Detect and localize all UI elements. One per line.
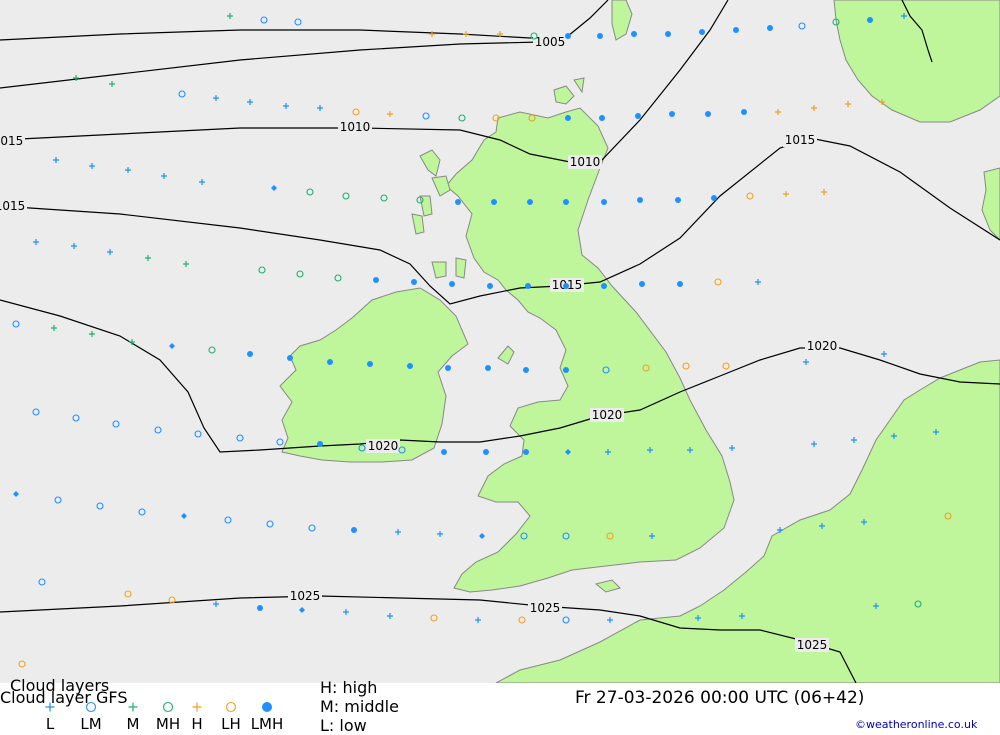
- isobar-label: 1010: [570, 155, 601, 169]
- dot-filled-blue-icon: [367, 361, 373, 367]
- dot-filled-blue-icon: [445, 365, 451, 371]
- cloud-layers-map: 1005101010101015101510151015102010201020…: [0, 0, 1000, 683]
- dot-filled-blue-icon: [317, 441, 323, 447]
- dot-filled-blue-icon: [601, 283, 607, 289]
- dot-filled-blue-icon: [373, 277, 379, 283]
- dot-filled-blue-icon: [287, 355, 293, 361]
- isobar-label: 1025: [797, 638, 828, 652]
- dot-filled-blue-icon: [565, 33, 571, 39]
- dot-filled-blue-icon: [455, 199, 461, 205]
- credit-link[interactable]: ©weatheronline.co.uk: [855, 718, 977, 731]
- legend-abbr-h: H: [191, 715, 202, 733]
- forecast-datetime: Fr 27-03-2026 00:00 UTC (06+42): [575, 688, 865, 708]
- circle-green-icon: [162, 701, 174, 713]
- dot-filled-blue-icon: [525, 283, 531, 289]
- legend-high: H: high: [320, 678, 378, 697]
- legend-abbr-m: M: [127, 715, 140, 733]
- dot-filled-blue-icon: [599, 115, 605, 121]
- plus-small-blue-icon: [45, 702, 55, 712]
- legend-abbr-lh: LH: [221, 715, 241, 733]
- dot-filled-blue-icon: [563, 283, 569, 289]
- dot-filled-blue-icon: [351, 527, 357, 533]
- dot-filled-blue-icon: [635, 113, 641, 119]
- legend-abbr-lmh: LMH: [251, 715, 284, 733]
- dot-filled-blue-icon: [563, 367, 569, 373]
- legend-abbr-mh: MH: [156, 715, 180, 733]
- dot-filled-blue-icon: [631, 31, 637, 37]
- dot-filled-blue-icon: [523, 367, 529, 373]
- isobar-label: 1005: [535, 35, 566, 49]
- dot-filled-blue-icon: [669, 111, 675, 117]
- dot-filled-blue-icon: [247, 351, 253, 357]
- dot-filled-blue-icon: [523, 449, 529, 455]
- dot-filled-blue-icon: [565, 115, 571, 121]
- dot-filled-blue-icon: [675, 197, 681, 203]
- isobar-label: 1025: [290, 589, 321, 603]
- dot-filled-blue-icon: [485, 365, 491, 371]
- legend-abbr-l: L: [46, 715, 55, 733]
- circle-small-blue-icon: [85, 701, 97, 713]
- dot-filled-blue-icon: [867, 17, 873, 23]
- dot-filled-blue-icon: [733, 27, 739, 33]
- dot-filled-blue-icon: [601, 199, 607, 205]
- dot-filled-blue-icon: [705, 111, 711, 117]
- dot-filled-blue-icon: [711, 195, 717, 201]
- dot-filled-blue-icon: [677, 281, 683, 287]
- plus-green-icon: [128, 702, 138, 712]
- isobar-label: 1015: [0, 134, 23, 148]
- dot-filled-blue-icon: [262, 702, 272, 712]
- dot-filled-blue-icon: [327, 359, 333, 365]
- isobar-label: 1015: [0, 199, 25, 213]
- dot-filled-blue-icon: [699, 29, 705, 35]
- isobar-label: 1010: [340, 120, 371, 134]
- dot-filled-blue-icon: [487, 283, 493, 289]
- dot-filled-blue-icon: [407, 363, 413, 369]
- legend-middle: M: middle: [320, 697, 399, 716]
- weather-map-panel: 1005101010101015101510151015102010201020…: [0, 0, 1000, 735]
- dot-filled-blue-icon: [563, 199, 569, 205]
- dot-filled-blue-icon: [637, 197, 643, 203]
- dot-filled-blue-icon: [597, 33, 603, 39]
- dot-filled-blue-icon: [639, 281, 645, 287]
- dot-filled-blue-icon: [527, 199, 533, 205]
- dot-filled-blue-icon: [441, 449, 447, 455]
- legend-abbr-lm: LM: [80, 715, 101, 733]
- dot-filled-blue-icon: [767, 25, 773, 31]
- dot-filled-blue-icon: [665, 31, 671, 37]
- dot-filled-blue-icon: [491, 199, 497, 205]
- circle-orange-icon: [225, 701, 237, 713]
- dot-filled-blue-icon: [741, 109, 747, 115]
- isobar-label: 1020: [368, 439, 399, 453]
- isobar-label: 1015: [785, 133, 816, 147]
- dot-filled-blue-icon: [257, 605, 263, 611]
- dot-filled-blue-icon: [449, 281, 455, 287]
- isobar-label: 1025: [530, 601, 561, 615]
- dot-filled-blue-icon: [483, 449, 489, 455]
- isobar-label: 1020: [592, 408, 623, 422]
- dot-filled-blue-icon: [411, 279, 417, 285]
- legend-low: L: low: [320, 716, 367, 735]
- isobar-label: 1020: [807, 339, 838, 353]
- legend-symbol-row: L LM M MH H LH LMH: [45, 701, 284, 733]
- plus-orange-icon: [192, 702, 202, 712]
